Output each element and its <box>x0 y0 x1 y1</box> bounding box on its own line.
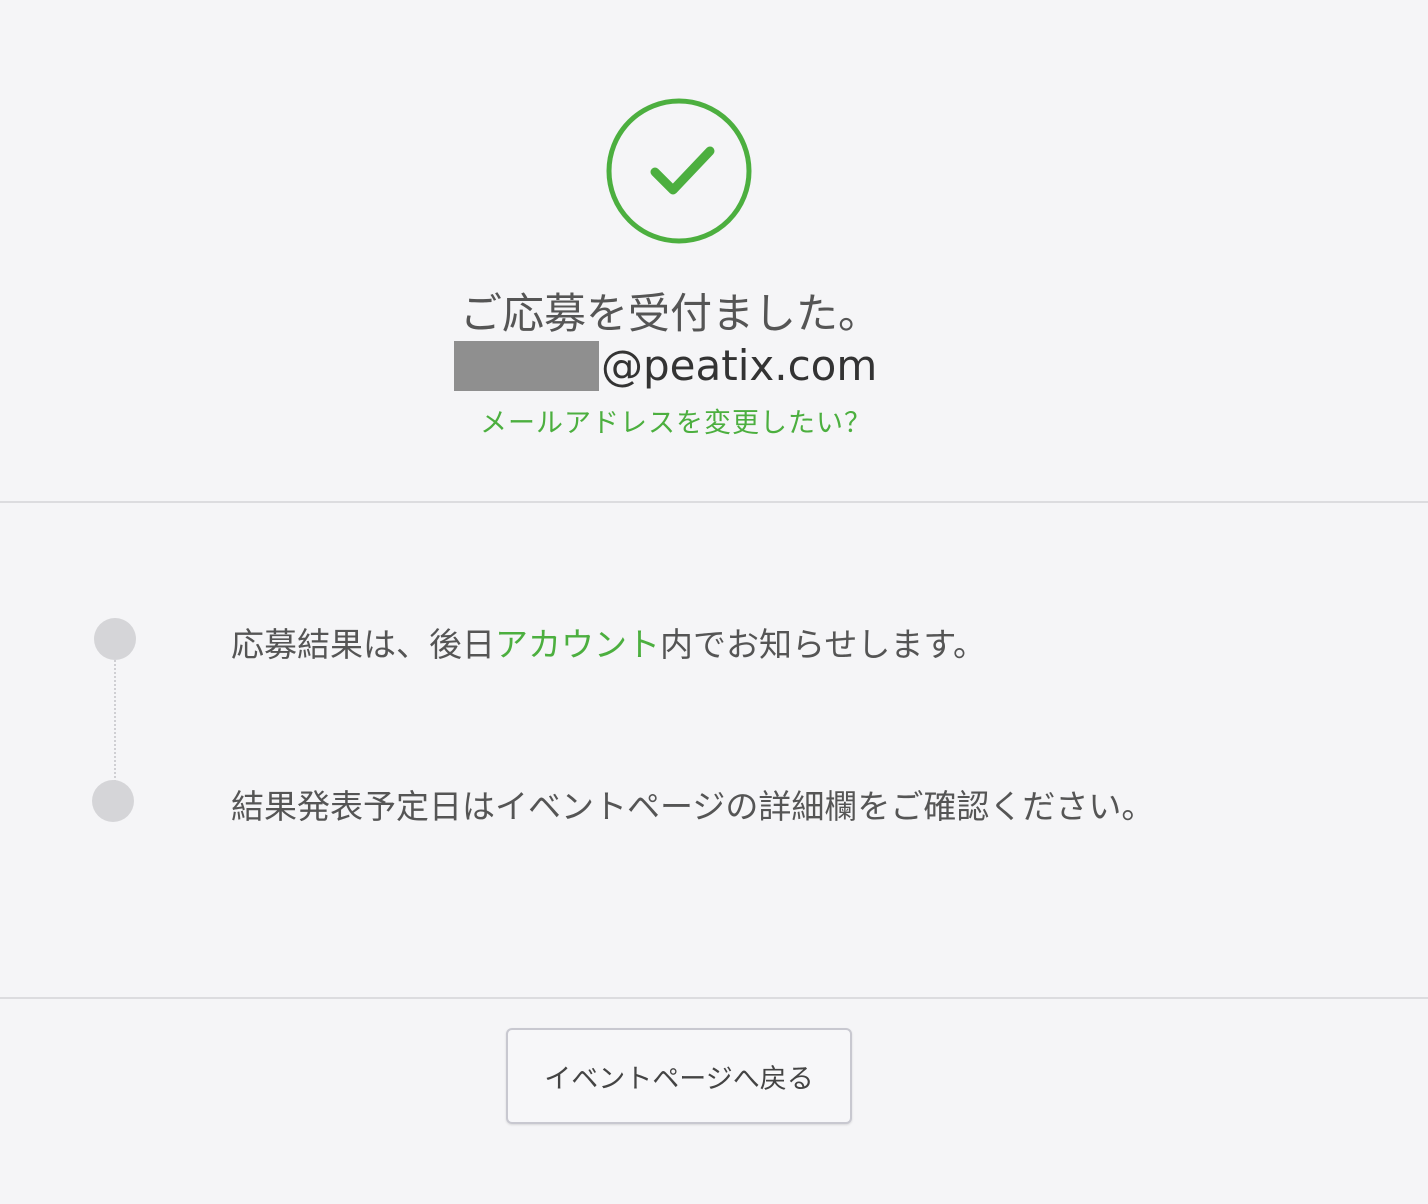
step-check-event-page: 結果発表予定日はイベントページの詳細欄をご確認ください。 <box>231 787 1155 826</box>
step-1-text-after: 内でお知らせします。 <box>660 625 987 664</box>
page-title-text: ご応募を受付ました。 <box>459 289 880 338</box>
divider-top <box>0 501 1428 503</box>
timeline-connector <box>114 660 116 782</box>
step-notice-result: 応募結果は、後日アカウント内でお知らせします。 <box>231 620 986 670</box>
change-email-link[interactable]: メールアドレスを変更したい？ <box>480 404 872 444</box>
page-title: ご応募を受付ました。 <box>0 284 1340 344</box>
account-link[interactable]: アカウント <box>495 625 660 664</box>
divider-bottom <box>0 997 1428 999</box>
check-circle-icon <box>606 98 752 244</box>
application-confirmation-page: ご応募を受付ました。 @peatix.com メールアドレスを変更したい？ 応募… <box>0 0 1428 1204</box>
step-1-text-before: 応募結果は、後日 <box>231 625 495 664</box>
back-to-event-page-button[interactable]: イベントページへ戻る <box>506 1028 852 1124</box>
timeline-dot-1 <box>94 618 136 660</box>
email-redaction <box>454 341 599 391</box>
timeline-dot-2 <box>92 780 134 822</box>
email-address: @peatix.com <box>454 340 877 392</box>
email-domain: @peatix.com <box>601 341 878 390</box>
